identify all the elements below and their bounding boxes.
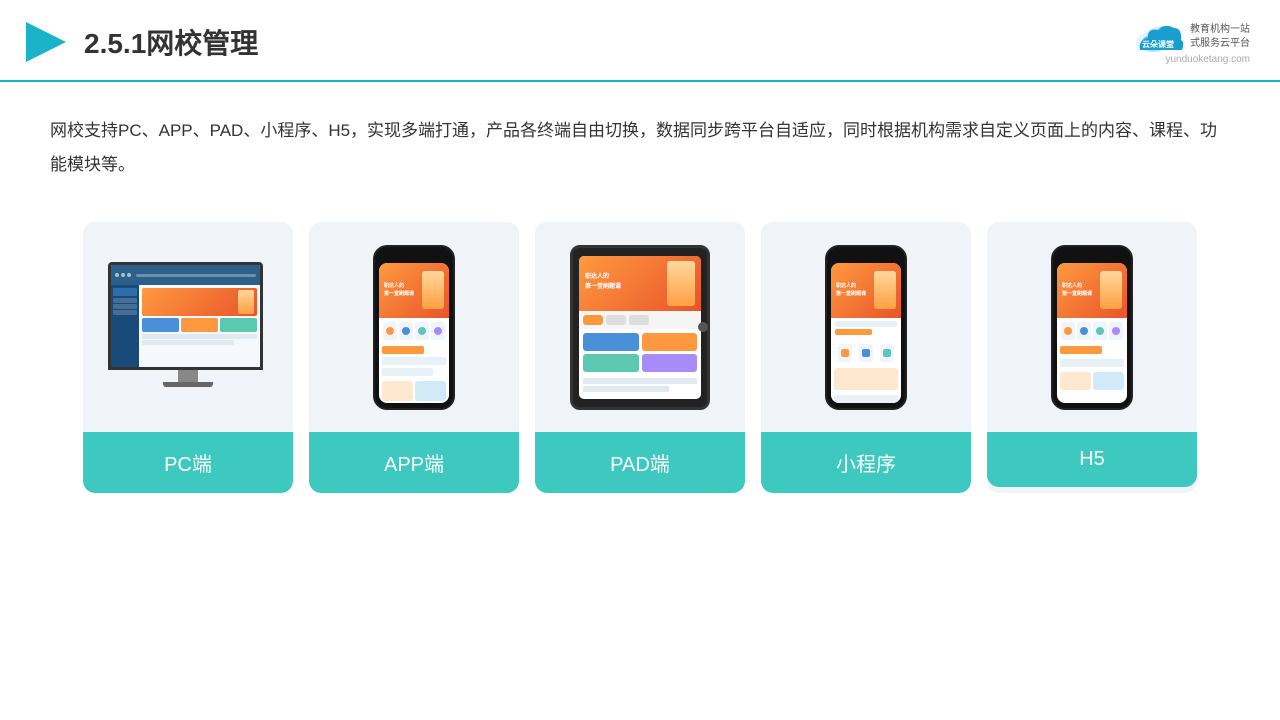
card-app: 职达人的第一堂刷题课 xyxy=(309,222,519,493)
description-content: 网校支持PC、APP、PAD、小程序、H5，实现多端打通，产品各终端自由切换，数… xyxy=(50,121,1217,174)
card-app-label: APP端 xyxy=(309,432,519,493)
card-app-image: 职达人的第一堂刷题课 xyxy=(309,222,519,432)
header-left: 2.5.1网校管理 xyxy=(20,18,258,66)
card-pad: 职达人的第一堂刷题课 xyxy=(535,222,745,493)
card-miniprogram-image: 职达人的第一堂刷题课 xyxy=(761,222,971,432)
logo-url: yunduoketang.com xyxy=(1165,54,1250,65)
card-pad-label: PAD端 xyxy=(535,432,745,493)
card-pc: PC端 xyxy=(83,222,293,493)
card-h5-label: H5 xyxy=(987,432,1197,487)
card-miniprogram: 职达人的第一堂刷题课 xyxy=(761,222,971,493)
h5-phone-icon: 职达人的第一堂刷题课 xyxy=(1051,245,1133,410)
svg-text:云朵课堂: 云朵课堂 xyxy=(1142,39,1174,49)
card-h5: 职达人的第一堂刷题课 xyxy=(987,222,1197,493)
pad-tablet-icon: 职达人的第一堂刷题课 xyxy=(570,245,710,410)
card-h5-image: 职达人的第一堂刷题课 xyxy=(987,222,1197,432)
cards-container: PC端 职达人的第一堂刷题课 xyxy=(0,202,1280,523)
card-pc-label: PC端 xyxy=(83,432,293,493)
pc-monitor-icon xyxy=(108,262,268,392)
cloud-logo-icon: 云朵课堂 xyxy=(1132,20,1184,54)
logo-text: 教育机构一站 式服务云平台 xyxy=(1190,23,1250,51)
page-title: 2.5.1网校管理 xyxy=(84,22,258,62)
app-phone-icon: 职达人的第一堂刷题课 xyxy=(373,245,455,410)
header: 2.5.1网校管理 云朵课堂 教育机构一站 式服务云平台 yunduoketan… xyxy=(0,0,1280,82)
card-pc-image xyxy=(83,222,293,432)
card-pad-image: 职达人的第一堂刷题课 xyxy=(535,222,745,432)
miniprogram-phone-icon: 职达人的第一堂刷题课 xyxy=(825,245,907,410)
card-miniprogram-label: 小程序 xyxy=(761,432,971,493)
logo-area: 云朵课堂 教育机构一站 式服务云平台 yunduoketang.com xyxy=(1132,20,1250,65)
play-icon xyxy=(20,18,68,66)
description-text: 网校支持PC、APP、PAD、小程序、H5，实现多端打通，产品各终端自由切换，数… xyxy=(0,82,1280,202)
